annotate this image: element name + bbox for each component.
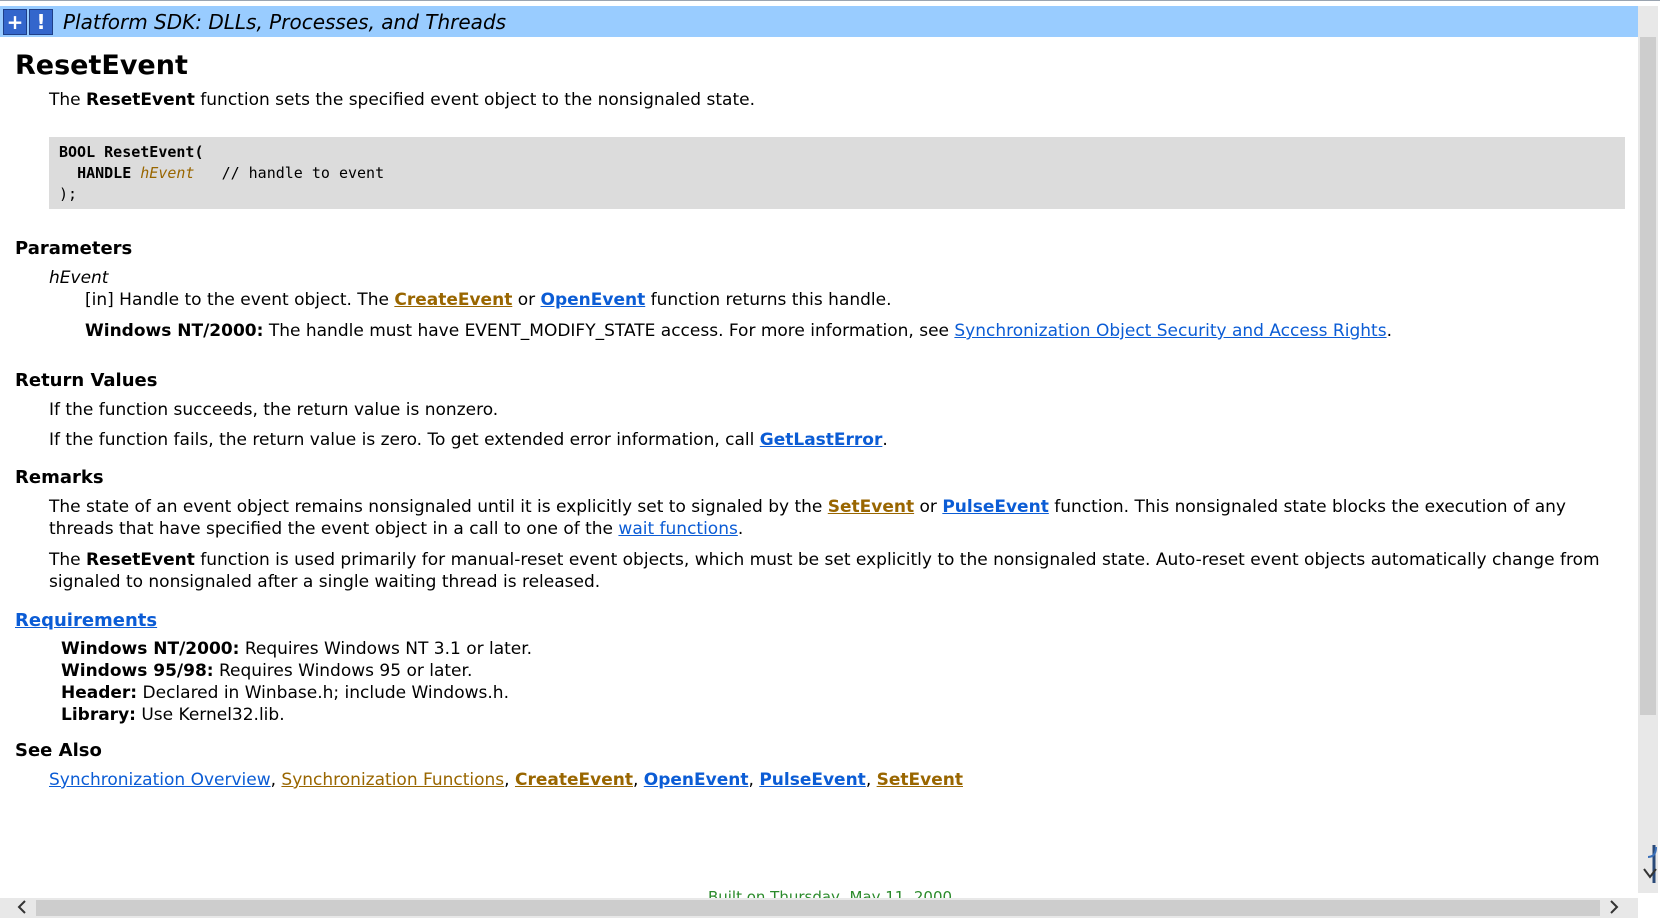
see-also-openevent-link[interactable]: OpenEvent	[644, 770, 749, 790]
openevent-link[interactable]: OpenEvent	[541, 290, 646, 310]
req-9x: Windows 95/98: Requires Windows 95 or la…	[61, 661, 473, 681]
param-name: hEvent	[49, 268, 109, 288]
see-also-links: Synchronization Overview, Synchronizatio…	[49, 770, 963, 790]
intro-function-name: ResetEvent	[86, 90, 195, 110]
syntax-line-1: BOOL ResetEvent(	[59, 143, 204, 161]
param-nt-note: Windows NT/2000: The handle must have EV…	[85, 321, 1392, 341]
see-also-setevent-link[interactable]: SetEvent	[877, 770, 963, 790]
requirements-heading: Requirements	[15, 610, 1625, 631]
remarks-paragraph-2: The ResetEvent function is used primaril…	[49, 550, 1600, 592]
banner-title: Platform SDK: DLLs, Processes, and Threa…	[63, 9, 507, 34]
exclamation-icon[interactable]: !	[29, 8, 53, 35]
req-header: Header: Declared in Winbase.h; include W…	[61, 683, 509, 703]
remarks-paragraph-1: The state of an event object remains non…	[49, 497, 1566, 539]
return-values-heading: Return Values	[15, 370, 158, 391]
param-description: [in] Handle to the event object. The Cre…	[85, 290, 892, 310]
resize-grip[interactable]	[1638, 843, 1658, 901]
pulseevent-link[interactable]: PulseEvent	[942, 497, 1049, 517]
getlasterror-link[interactable]: GetLastError	[760, 430, 883, 450]
syntax-block: BOOL ResetEvent( HANDLE hEvent // handle…	[49, 137, 1625, 209]
topic-content: ResetEvent The ResetEvent function sets …	[15, 37, 1625, 897]
return-failure-text: If the function fails, the return value …	[49, 430, 888, 450]
remarks-heading: Remarks	[15, 467, 104, 488]
syntax-line-2: HANDLE hEvent // handle to event	[77, 164, 385, 182]
syntax-param: hEvent	[140, 164, 195, 182]
sync-overview-link[interactable]: Synchronization Overview	[49, 770, 271, 790]
plus-icon[interactable]: +	[3, 8, 27, 35]
wait-functions-link[interactable]: wait functions	[618, 519, 737, 539]
see-also-createevent-link[interactable]: CreateEvent	[515, 770, 633, 790]
intro-text: The ResetEvent function sets the specifi…	[49, 90, 755, 110]
return-success-text: If the function succeeds, the return val…	[49, 400, 499, 420]
horizontal-scroll-thumb[interactable]	[36, 900, 1600, 916]
syntax-line-3: );	[59, 185, 78, 203]
setevent-link[interactable]: SetEvent	[828, 497, 914, 517]
requirements-link[interactable]: Requirements	[15, 610, 157, 631]
vertical-scroll-thumb[interactable]	[1640, 37, 1656, 715]
parameters-heading: Parameters	[15, 238, 133, 259]
requirements-list: Windows NT/2000: Requires Windows NT 3.1…	[61, 638, 1625, 726]
createevent-link[interactable]: CreateEvent	[394, 290, 512, 310]
chevron-left-icon[interactable]	[14, 897, 30, 922]
req-nt: Windows NT/2000: Requires Windows NT 3.1…	[61, 639, 533, 659]
syntax-comment: // handle to event	[221, 164, 385, 182]
page-title: ResetEvent	[15, 50, 188, 81]
help-window: + ! Platform SDK: DLLs, Processes, and T…	[0, 0, 1660, 919]
see-also-heading: See Also	[15, 740, 102, 761]
sync-functions-link[interactable]: Synchronization Functions	[281, 770, 504, 790]
chevron-right-icon[interactable]	[1606, 897, 1622, 922]
security-rights-link[interactable]: Synchronization Object Security and Acce…	[954, 321, 1386, 341]
see-also-pulseevent-link[interactable]: PulseEvent	[759, 770, 866, 790]
topic-banner: + ! Platform SDK: DLLs, Processes, and T…	[0, 6, 1638, 37]
req-library: Library: Use Kernel32.lib.	[61, 705, 285, 725]
